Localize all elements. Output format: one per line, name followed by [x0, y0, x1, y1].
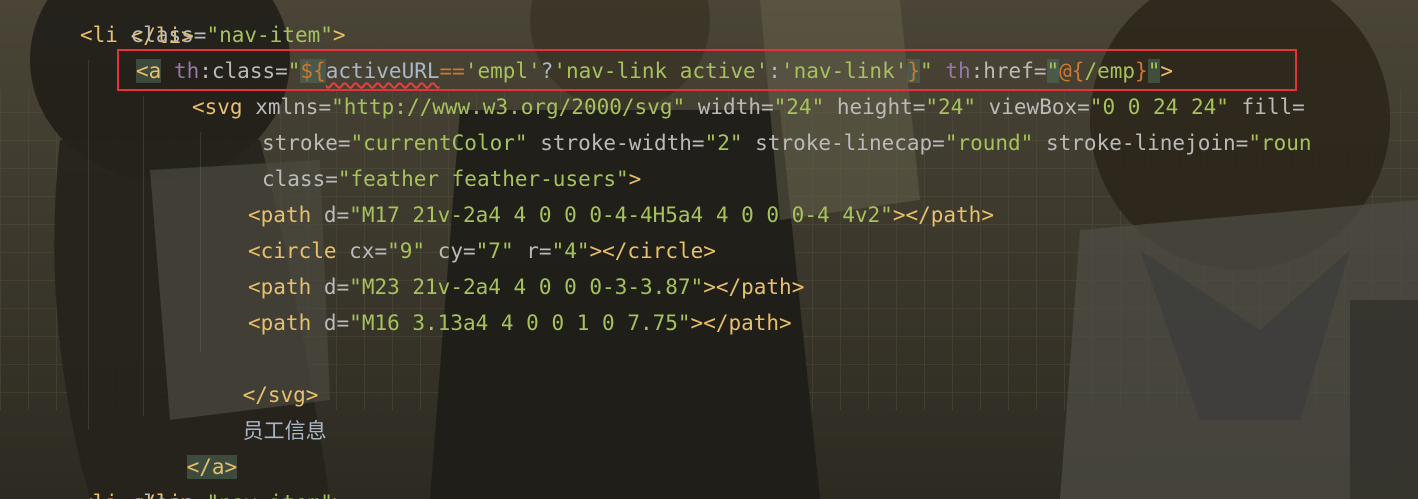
attribute-name: stroke — [262, 131, 338, 155]
attribute-value: "4" — [551, 239, 590, 263]
tag-close: ></circle> — [589, 239, 716, 263]
attribute-name: fill= — [1241, 95, 1305, 119]
attribute-name: width — [697, 95, 761, 119]
attribute-name: class — [131, 491, 194, 499]
attribute-value: "0 0 24 24" — [1089, 95, 1229, 119]
svg-tag-open: <svg — [192, 95, 256, 119]
attribute-name: class — [130, 23, 194, 47]
attribute-name: stroke-linejoin — [1046, 131, 1236, 155]
code-line-14: </li> — [80, 449, 194, 499]
tag-open: <li — [80, 491, 131, 499]
attribute-value: "nav-item" — [206, 491, 332, 499]
path-tag-open: <path — [248, 203, 324, 227]
code-line-6: class="feather feather-users"> — [262, 167, 642, 191]
attribute-name: xmlns — [255, 95, 319, 119]
attribute-value: "nav-item" — [206, 23, 333, 47]
attribute-name: cy — [437, 239, 463, 263]
tag-open: <li — [80, 23, 131, 47]
attribute-name: d — [323, 203, 337, 227]
circle-tag-open: <circle — [248, 239, 350, 263]
attribute-value: "M23 21v-2a4 4 0 0 0-3-3.87" — [349, 275, 704, 299]
attribute-value: "2" — [704, 131, 743, 155]
link-text: 员工信息 — [242, 419, 327, 443]
path-tag-open: <path — [248, 311, 324, 335]
path-tag-open: <path — [248, 275, 324, 299]
code-line-1: </li> — [80, 0, 194, 48]
code-line-7: <path d="M17 21v-2a4 4 0 0 0-4-4H5a4 4 0… — [248, 203, 994, 227]
code-line-5: stroke="currentColor" stroke-width="2" s… — [262, 131, 1312, 155]
code-line-9: <path d="M23 21v-2a4 4 0 0 0-3-3.87"></p… — [248, 275, 805, 299]
attribute-name: stroke-width — [540, 131, 692, 155]
attribute-value: "currentColor" — [350, 131, 528, 155]
code-line-13: </a> — [136, 413, 238, 479]
attribute-name: viewBox — [988, 95, 1078, 119]
code-line-11: </svg> — [192, 341, 319, 407]
attribute-name: cx — [349, 239, 375, 263]
attribute-value: "roun — [1248, 131, 1312, 155]
attribute-value: "7" — [475, 239, 514, 263]
tag-close: ></path> — [690, 311, 792, 335]
attribute-value: "9" — [387, 239, 426, 263]
attribute-name: class — [262, 167, 326, 191]
attribute-name: height — [836, 95, 913, 119]
code-line-15: <li class="nav-item"> — [80, 485, 346, 499]
code-line-8: <circle cx="9" cy="7" r="4"></circle> — [248, 239, 716, 263]
code-line-12: 员工信息 — [192, 377, 327, 443]
anchor-tag-close: </a> — [186, 455, 238, 479]
attribute-value: "M16 3.13a4 4 0 0 1 0 7.75" — [349, 311, 691, 335]
attribute-name: stroke-linecap — [755, 131, 933, 155]
tag-close: > — [628, 167, 642, 191]
code-line-4: <svg xmlns="http://www.w3.org/2000/svg" … — [192, 95, 1305, 119]
equals: = — [194, 491, 207, 499]
tag-close: ></path> — [892, 203, 994, 227]
attribute-name: r — [526, 239, 539, 263]
tag-close: > — [333, 491, 346, 499]
attribute-value: "24" — [925, 95, 976, 119]
attribute-name: d — [323, 311, 337, 335]
attribute-value: "http://www.w3.org/2000/svg" — [331, 95, 686, 119]
code-line-2: <li class="nav-item"> — [80, 17, 346, 53]
equals: = — [193, 23, 207, 47]
code-line-10: <path d="M16 3.13a4 4 0 0 1 0 7.75"></pa… — [248, 311, 792, 335]
tag-close: > — [332, 23, 346, 47]
attribute-value: "feather feather-users" — [337, 167, 629, 191]
attribute-name: d — [323, 275, 337, 299]
attribute-value: "round" — [944, 131, 1034, 155]
highlight-annotation-box — [117, 49, 1297, 91]
attribute-value: "M17 21v-2a4 4 0 0 0-4-4H5a4 4 0 0 0-4 4… — [349, 203, 893, 227]
tag-close: ></path> — [703, 275, 805, 299]
attribute-value: "24" — [773, 95, 825, 119]
